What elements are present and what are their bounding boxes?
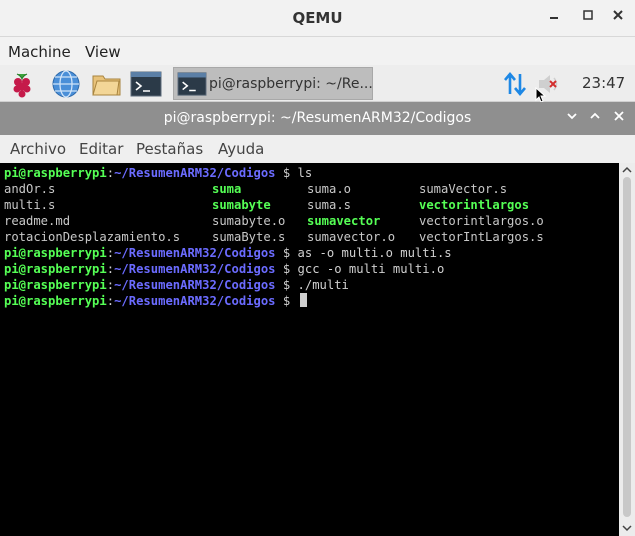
terminal-line: pi@raspberrypi:~/ResumenARM32/Codigos $ … (4, 262, 445, 276)
taskbar-terminal-button[interactable]: pi@raspberrypi: ~/Re... (173, 67, 373, 100)
ls-entry: sumavector (307, 214, 381, 228)
text-cursor (299, 293, 307, 307)
ls-entry: suma.s (307, 198, 352, 212)
scroll-up-icon[interactable] (622, 165, 632, 175)
minimize-icon[interactable] (544, 8, 564, 28)
terminal-prompt-line[interactable]: pi@raspberrypi:~/ResumenARM32/Codigos $ (4, 293, 307, 309)
window-title: QEMU (292, 9, 343, 27)
ls-entry: andOr.s (4, 182, 56, 196)
taskbar-panel: pi@raspberrypi: ~/Re... 23:47 (0, 65, 635, 103)
command-text: gcc -o multi multi.o (297, 262, 445, 276)
ls-entry: sumabyte (212, 198, 271, 212)
ls-entry: sumaByte.s (212, 230, 286, 244)
ls-entry: sumabyte.o (212, 214, 286, 228)
ls-entry: vectorintlargos.o (419, 214, 544, 228)
chevron-up-icon[interactable] (587, 110, 603, 126)
scroll-thumb[interactable] (623, 177, 631, 517)
ls-entry: suma.o (307, 182, 352, 196)
ls-row: readme.md sumabyte.o sumavector vectorin… (4, 213, 619, 229)
network-transfer-icon[interactable] (500, 69, 530, 99)
ls-row: rotacionDesplazamiento.s sumaByte.s suma… (4, 229, 619, 245)
ls-entry: rotacionDesplazamiento.s (4, 230, 181, 244)
terminal-title: pi@raspberrypi: ~/ResumenARM32/Codigos (163, 110, 472, 126)
ls-row: andOr.s suma suma.o sumaVector.s (4, 181, 619, 197)
terminal-icon (177, 72, 207, 96)
close-icon[interactable] (608, 8, 628, 28)
clock: 23:47 (582, 74, 626, 92)
taskbar-terminal-label: pi@raspberrypi: ~/Re... (209, 76, 373, 92)
menu-pestanas[interactable]: Pestañas (136, 140, 203, 158)
ls-entry: suma (212, 182, 242, 196)
web-browser-icon[interactable] (51, 69, 81, 99)
command-text: ./multi (297, 278, 349, 292)
terminal-close-icon[interactable] (611, 110, 627, 126)
guest-screen: pi@raspberrypi: ~/Re... 23:47 pi@raspber… (0, 65, 635, 536)
terminal-scrollbar[interactable] (619, 163, 635, 536)
terminal-titlebar[interactable]: pi@raspberrypi: ~/ResumenARM32/Codigos (0, 102, 635, 135)
file-manager-icon[interactable] (91, 69, 121, 99)
ls-entry: vectorIntLargos.s (419, 230, 544, 244)
command-text: as -o multi.o multi.s (297, 246, 452, 260)
menu-machine[interactable]: Machine (8, 43, 71, 61)
menu-archivo[interactable]: Archivo (10, 140, 66, 158)
ls-entry: vectorintlargos (419, 198, 530, 212)
scroll-down-icon[interactable] (622, 523, 632, 533)
ls-entry: readme.md (4, 214, 71, 228)
ls-entry: sumavector.o (307, 230, 396, 244)
terminal-line: pi@raspberrypi:~/ResumenARM32/Codigos $ … (4, 278, 349, 292)
qemu-titlebar: QEMU (0, 0, 635, 37)
ls-entry: multi.s (4, 198, 56, 212)
chevron-down-icon[interactable] (564, 110, 580, 126)
raspberry-menu-icon[interactable] (7, 69, 37, 99)
ls-row: multi.s sumabyte suma.s vectorintlargos (4, 197, 619, 213)
terminal-output[interactable]: pi@raspberrypi:~/ResumenARM32/Codigos $ … (0, 163, 619, 536)
qemu-menubar: Machine View (0, 37, 635, 65)
terminal-line: pi@raspberrypi:~/ResumenARM32/Codigos $ … (4, 246, 452, 260)
terminal-line: pi@raspberrypi:~/ResumenARM32/Codigos $ … (4, 166, 313, 180)
menu-ayuda[interactable]: Ayuda (218, 140, 264, 158)
terminal-launcher-icon[interactable] (130, 69, 162, 99)
ls-entry: sumaVector.s (419, 182, 508, 196)
menu-view[interactable]: View (85, 43, 121, 61)
maximize-icon[interactable] (578, 8, 598, 28)
terminal-menubar: Archivo Editar Pestañas Ayuda (0, 135, 635, 163)
command-text: ls (297, 166, 313, 180)
menu-editar[interactable]: Editar (79, 140, 123, 158)
